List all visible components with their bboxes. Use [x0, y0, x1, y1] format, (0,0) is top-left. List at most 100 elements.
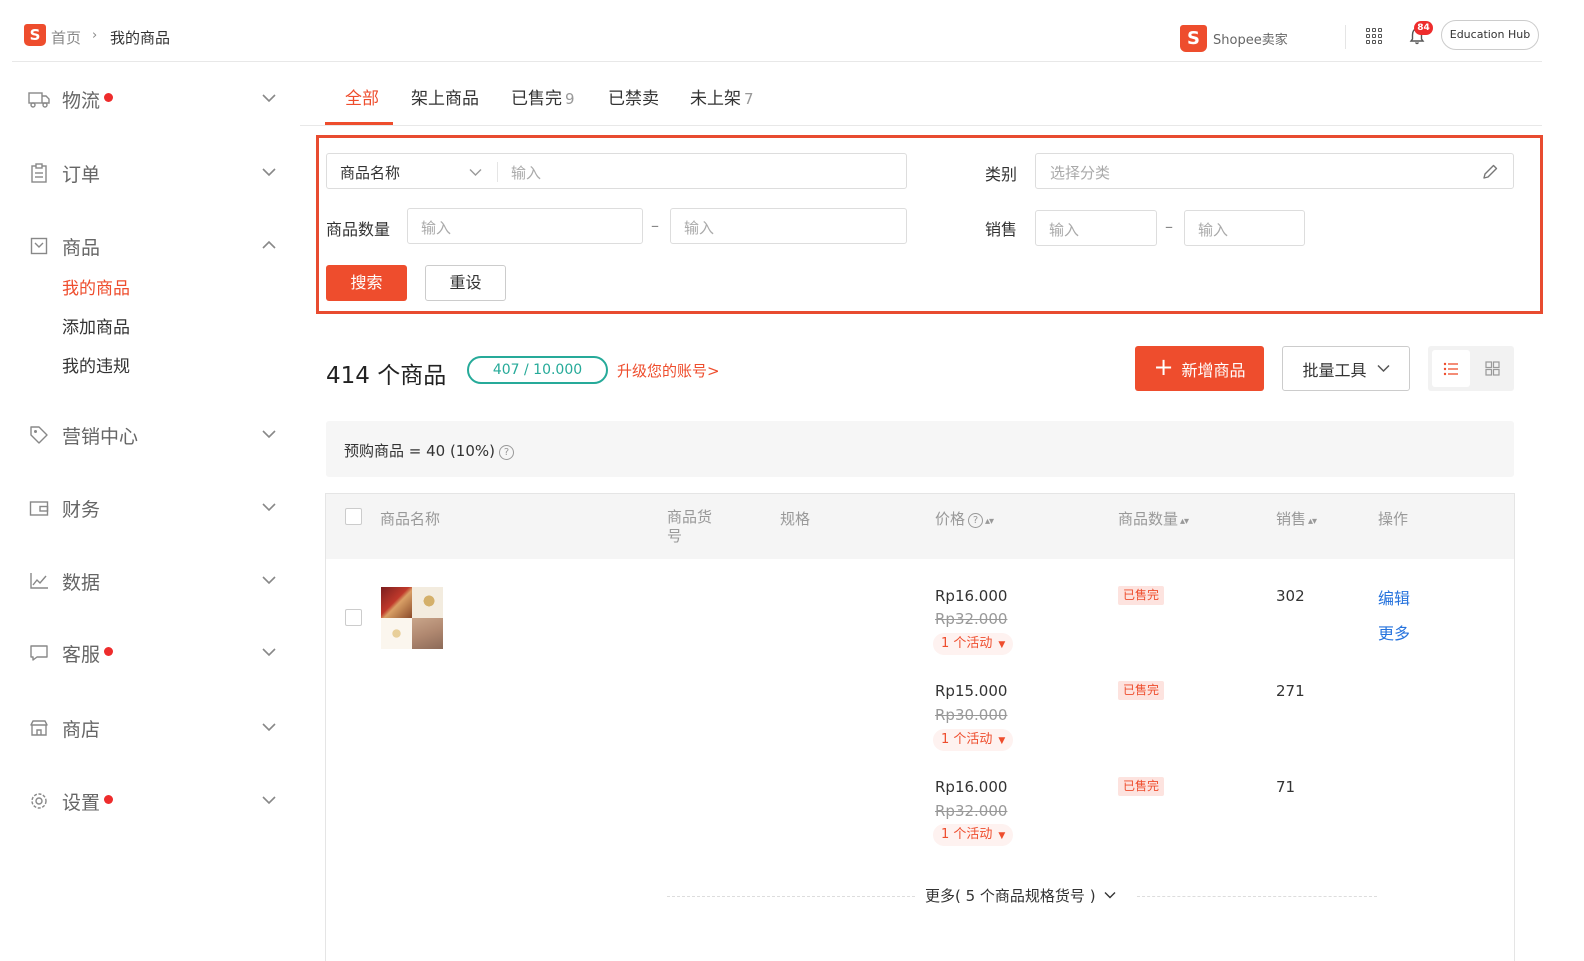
chevron-down-icon[interactable]	[262, 93, 276, 103]
header-stock[interactable]: 商品数量 ▴▾	[1118, 508, 1189, 529]
chevron-down-icon[interactable]	[262, 502, 276, 512]
shopee-logo-icon[interactable]: S	[24, 24, 46, 46]
chevron-down-icon[interactable]	[262, 575, 276, 585]
sidebar-item-label: 财务	[62, 498, 101, 521]
chevron-down-icon[interactable]	[262, 167, 276, 177]
variation-original-price: Rp32.000	[935, 610, 1008, 628]
tab-all[interactable]: 全部	[345, 84, 379, 109]
sidebar-item-finance[interactable]: 财务	[28, 493, 290, 523]
search-button[interactable]: 搜索	[326, 265, 407, 301]
tab-sold-out[interactable]: 已售完 9	[511, 84, 575, 109]
shop-icon	[28, 718, 50, 738]
tab-unlisted[interactable]: 未上架 7	[690, 84, 754, 109]
chevron-down-icon[interactable]	[262, 795, 276, 805]
stock-min-input[interactable]: 输入	[407, 208, 643, 244]
breadcrumb-home[interactable]: 首页	[51, 27, 81, 48]
sidebar-item-customer-service[interactable]: 客服	[28, 638, 290, 668]
product-count: 414 个商品	[326, 363, 447, 389]
edit-link[interactable]: 编辑	[1378, 585, 1410, 609]
tab-banned[interactable]: 已禁卖	[608, 84, 659, 109]
sidebar-item-marketing[interactable]: 营销中心	[28, 420, 290, 450]
show-more-variations[interactable]: 更多( 5 个商品规格货号 )	[925, 885, 1116, 906]
shopee-seller-brand[interactable]: S Shopee卖家	[1180, 24, 1288, 52]
header-price[interactable]: 价格? ▴▾	[935, 508, 994, 529]
breadcrumb-current: 我的商品	[110, 29, 171, 47]
sidebar-item-products[interactable]: 商品	[28, 231, 290, 261]
tab-live[interactable]: 架上商品	[411, 84, 479, 109]
sidebar-item-label: 数据	[62, 571, 101, 594]
header-variation: 规格	[780, 510, 811, 528]
shopee-bag-icon: S	[1180, 24, 1207, 52]
grid-view-icon[interactable]	[1474, 350, 1510, 387]
chevron-down-icon[interactable]	[262, 722, 276, 732]
category-selector[interactable]: 选择分类	[1035, 153, 1514, 189]
chevron-down-icon[interactable]	[262, 647, 276, 657]
sales-min-input[interactable]: 输入	[1035, 210, 1157, 246]
red-dot-badge	[104, 794, 114, 804]
product-name-search[interactable]: 商品名称 输入	[326, 153, 907, 189]
help-icon[interactable]: ?	[968, 513, 984, 528]
stock-max-input[interactable]: 输入	[670, 208, 907, 244]
caret-down-icon: ▼	[998, 831, 1006, 841]
variation-sales: 271	[1276, 682, 1305, 700]
list-view-icon[interactable]	[1432, 350, 1470, 387]
pencil-icon[interactable]	[1481, 163, 1499, 181]
variation-original-price: Rp32.000	[935, 802, 1008, 820]
variation-sales: 71	[1276, 778, 1296, 796]
variation-price: Rp16.000	[935, 587, 1008, 605]
sidebar-item-data[interactable]: 数据	[28, 566, 290, 596]
education-hub-button[interactable]: Education Hub	[1441, 20, 1539, 50]
dashed-divider	[667, 896, 915, 897]
sidebar-item-settings[interactable]: 设置	[28, 786, 290, 816]
sidebar-item-label: 客服	[62, 643, 101, 666]
sales-max-input[interactable]: 输入	[1184, 210, 1305, 246]
promotion-badge[interactable]: 1 个活动 ▼	[933, 729, 1014, 751]
reset-button[interactable]: 重设	[425, 265, 506, 301]
header-sku: 商品货号	[667, 508, 713, 545]
stock-label: 商品数量	[326, 220, 391, 239]
sidebar-item-label: 设置	[62, 791, 101, 814]
promotion-badge[interactable]: 1 个活动 ▼	[933, 824, 1014, 846]
sidebar-item-shop[interactable]: 商店	[28, 713, 290, 743]
upgrade-account-link[interactable]: 升级您的账号>	[617, 360, 720, 381]
breadcrumb-separator-icon: ›	[92, 28, 98, 43]
red-dot-badge	[104, 646, 114, 656]
apps-grid-icon[interactable]	[1366, 28, 1382, 44]
category-label: 类别	[985, 165, 1018, 184]
row-checkbox[interactable]	[345, 609, 362, 626]
bulk-tools-label: 批量工具	[1302, 360, 1367, 380]
search-field-select[interactable]: 商品名称	[340, 162, 400, 183]
sidebar-item-logistics[interactable]: 物流	[28, 84, 290, 114]
caret-down-icon: ▼	[998, 640, 1006, 650]
dashed-divider	[1137, 896, 1377, 897]
sidebar-item-orders[interactable]: 订单	[28, 158, 290, 188]
tag-icon	[28, 425, 50, 445]
truck-icon	[28, 89, 50, 109]
chevron-down-icon[interactable]	[469, 168, 482, 177]
select-all-checkbox[interactable]	[345, 508, 362, 525]
sidebar-subitem-violations[interactable]: 我的违规	[62, 352, 130, 377]
help-icon[interactable]: ?	[499, 445, 515, 460]
search-input[interactable]: 输入	[511, 162, 541, 183]
more-link[interactable]: 更多	[1378, 620, 1410, 644]
sidebar-subitem-my-products[interactable]: 我的商品	[62, 274, 130, 299]
stock-min-placeholder: 输入	[421, 219, 452, 237]
header-sales[interactable]: 销售 ▴▾	[1276, 508, 1317, 529]
product-thumbnail[interactable]	[381, 587, 443, 649]
promotion-badge[interactable]: 1 个活动 ▼	[933, 633, 1014, 655]
chevron-down-icon[interactable]	[262, 429, 276, 439]
gear-icon	[28, 791, 50, 811]
sidebar-subitem-add-product[interactable]: 添加商品	[62, 313, 130, 338]
table-header	[326, 494, 1514, 559]
header-product-name: 商品名称	[380, 510, 441, 528]
range-separator: –	[1165, 217, 1173, 236]
box-icon	[28, 236, 50, 256]
status-badge: 已售完	[1118, 681, 1165, 700]
bulk-tools-button[interactable]: 批量工具	[1282, 346, 1410, 391]
chevron-up-icon[interactable]	[262, 240, 276, 250]
variation-price: Rp15.000	[935, 682, 1008, 700]
sidebar: 物流 订单 商品 我的商品 添加商品 我的违规 营销中心 财务 数据 客服 商店…	[0, 62, 300, 961]
add-product-button[interactable]: + 新增商品	[1135, 346, 1264, 391]
clipboard-icon	[28, 163, 50, 183]
chevron-down-icon	[1376, 364, 1390, 373]
